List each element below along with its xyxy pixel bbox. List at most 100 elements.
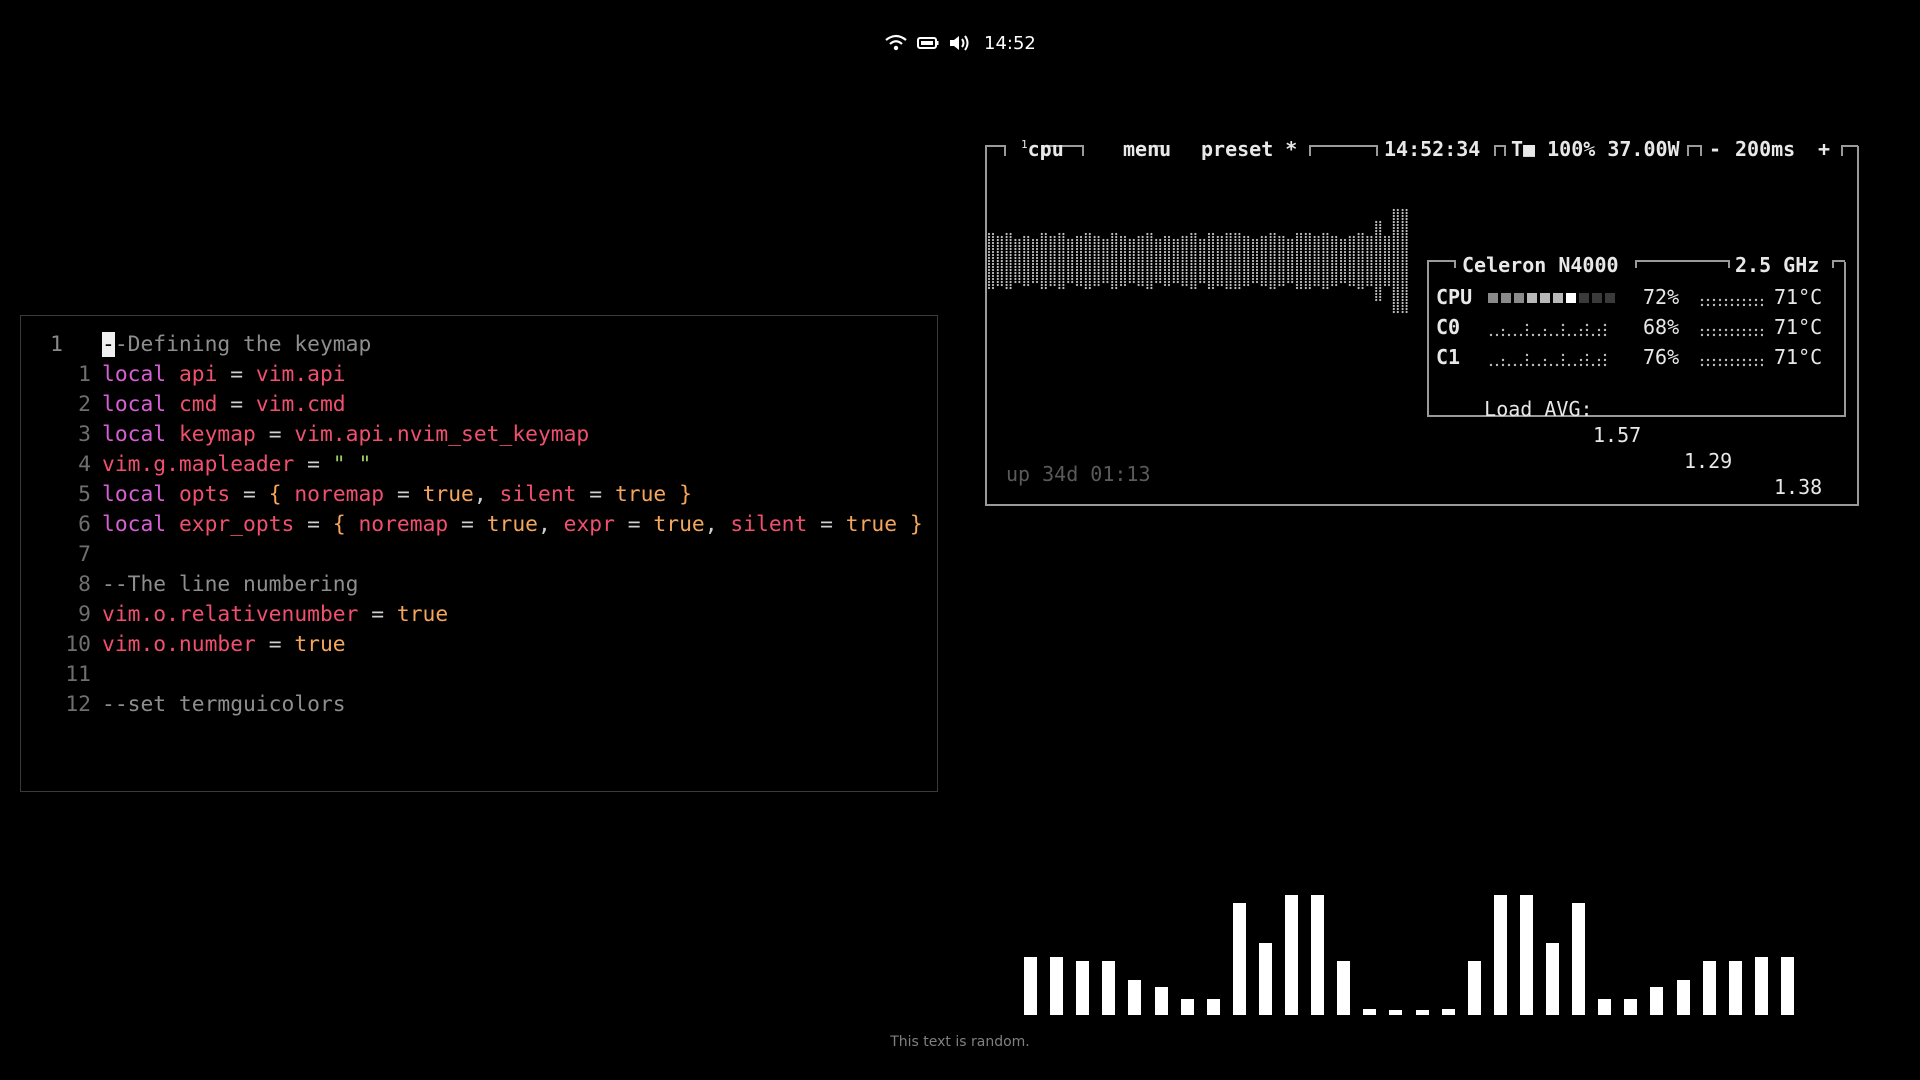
- graph-dot: [1084, 277, 1087, 281]
- graph-dot: [1357, 241, 1360, 245]
- graph-dot: [1216, 244, 1219, 248]
- graph-dot: [1260, 241, 1263, 245]
- graph-dot: [1119, 280, 1123, 284]
- sparkline-dot: [1736, 358, 1740, 362]
- graph-dot: [1207, 250, 1211, 254]
- graph-dot: [1317, 250, 1320, 254]
- code-token: vim.o.number: [102, 632, 256, 657]
- graph-dot: [1273, 253, 1276, 257]
- graph-dot: [1027, 256, 1030, 260]
- code-token: true: [845, 512, 898, 537]
- graph-dot: [1111, 274, 1114, 278]
- graph-dot: [1031, 259, 1035, 263]
- graph-dot: [1009, 277, 1012, 281]
- graph-dot: [1326, 256, 1329, 260]
- graph-dot: [1211, 259, 1215, 263]
- graph-dot: [1141, 238, 1144, 242]
- graph-dot: [1243, 277, 1246, 281]
- graph-dot: [1278, 271, 1281, 275]
- code-token: =: [255, 422, 295, 447]
- sparkline-dot: [1748, 303, 1752, 307]
- volume-icon[interactable]: [948, 31, 972, 55]
- graph-dot: [1053, 238, 1056, 242]
- graph-dot: [1331, 265, 1334, 269]
- graph-dot: [1075, 253, 1079, 257]
- sparkline-dot: [1501, 328, 1505, 332]
- graph-dot: [1040, 271, 1043, 275]
- graph-dot: [1014, 238, 1017, 242]
- graph-dot: [1343, 268, 1347, 272]
- graph-dot: [1313, 280, 1316, 284]
- graph-dot: [1119, 277, 1123, 281]
- graph-dot: [1273, 265, 1276, 269]
- graph-dot: [1014, 247, 1017, 251]
- graph-dot: [1176, 265, 1179, 269]
- graph-dot: [1383, 244, 1387, 248]
- graph-dot: [1247, 259, 1250, 263]
- sparkline-dot: [1501, 333, 1505, 337]
- graph-dot: [1396, 271, 1399, 275]
- graph-dot: [1343, 256, 1347, 260]
- graph-dot: [1115, 265, 1118, 269]
- graph-dot: [1185, 235, 1188, 239]
- graph-dot: [1234, 271, 1237, 275]
- graph-dot: [1071, 259, 1074, 263]
- refresh-decrease-button[interactable]: -: [1709, 136, 1721, 162]
- wifi-icon[interactable]: [884, 31, 908, 55]
- graph-dot: [1295, 280, 1299, 284]
- graph-dot: [1348, 259, 1351, 263]
- graph-dot: [1203, 244, 1206, 248]
- code-token: =: [807, 512, 846, 537]
- sparkline-dot: [1543, 328, 1547, 332]
- graph-dot: [1405, 253, 1408, 257]
- graph-dot: [1040, 247, 1043, 251]
- graph-dot: [1220, 235, 1223, 239]
- graph-dot: [1137, 250, 1140, 254]
- code-editor[interactable]: 1 --Defining the keymap 1 local api = vim.a…: [20, 315, 938, 792]
- graph-dot: [1023, 256, 1026, 260]
- graph-dot: [1234, 247, 1237, 251]
- graph-dot: [1269, 235, 1272, 239]
- graph-dot: [1071, 247, 1074, 251]
- graph-dot: [1238, 265, 1241, 269]
- graph-dot: [1207, 268, 1211, 272]
- graph-dot: [1370, 244, 1373, 248]
- graph-dot: [1088, 283, 1091, 287]
- graph-dot: [1115, 247, 1118, 251]
- graph-dot: [1326, 244, 1329, 248]
- graph-dot: [1075, 256, 1079, 260]
- graph-dot: [1027, 250, 1030, 254]
- graph-dot: [1348, 280, 1351, 284]
- graph-dot: [1203, 256, 1206, 260]
- graph-dot: [1137, 271, 1140, 275]
- battery-icon[interactable]: [916, 31, 940, 55]
- sparkline-dot: [1724, 303, 1728, 307]
- code-token: ,: [704, 512, 731, 537]
- graph-dot: [1018, 259, 1021, 263]
- graph-dot: [1247, 283, 1250, 287]
- sparkline-dot: [1591, 363, 1595, 367]
- graph-dot: [1357, 259, 1360, 263]
- graph-dot: [1401, 265, 1404, 269]
- graph-dot: [1247, 235, 1250, 239]
- refresh-increase-button[interactable]: +: [1818, 136, 1830, 162]
- graph-dot: [1251, 280, 1255, 284]
- core-label: CPU: [1436, 285, 1473, 309]
- graph-dot: [1357, 283, 1360, 287]
- graph-dot: [1185, 247, 1188, 251]
- visualizer-bar: [1442, 1009, 1455, 1015]
- meter-segment: [1514, 293, 1524, 303]
- graph-dot: [987, 280, 991, 284]
- graph-dot: [1155, 241, 1158, 245]
- graph-dot: [1260, 247, 1263, 251]
- clock[interactable]: 14:52: [984, 33, 1036, 54]
- graph-dot: [1229, 277, 1232, 281]
- graph-dot: [1163, 253, 1167, 257]
- graph-dot: [996, 265, 999, 269]
- graph-dot: [1035, 241, 1039, 245]
- visualizer-bar: [1337, 961, 1350, 1015]
- graph-dot: [1392, 274, 1395, 278]
- graph-dot: [1075, 271, 1079, 275]
- graph-dot: [1172, 253, 1175, 257]
- graph-dot: [1401, 244, 1404, 248]
